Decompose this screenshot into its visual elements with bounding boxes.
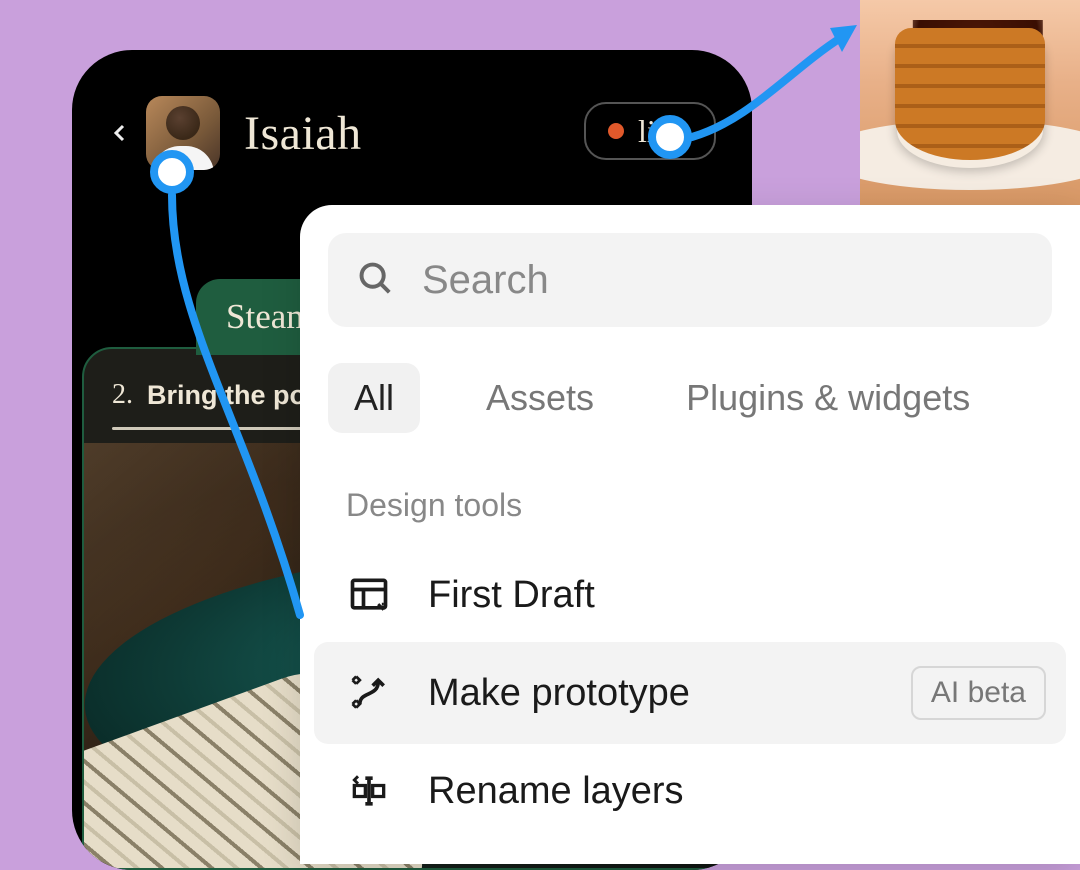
- search-input[interactable]: [422, 258, 1024, 303]
- pancake-image: [860, 0, 1080, 208]
- tool-label: First Draft: [428, 574, 595, 617]
- user-name: Isaiah: [244, 106, 362, 161]
- tool-rename-layers[interactable]: Rename layers: [300, 744, 1080, 838]
- search-icon: [356, 259, 394, 302]
- filter-tabs: All Assets Plugins & widgets: [328, 363, 1052, 433]
- ai-beta-badge: AI beta: [911, 666, 1046, 720]
- tab-plugins-widgets[interactable]: Plugins & widgets: [660, 363, 996, 433]
- tool-first-draft[interactable]: First Draft: [300, 548, 1080, 642]
- step-number: 2.: [112, 379, 133, 411]
- rename-layers-icon: [346, 768, 392, 814]
- marker-dot-avatar[interactable]: [150, 150, 194, 194]
- tool-label: Make prototype: [428, 672, 690, 715]
- back-chevron-icon[interactable]: [108, 121, 132, 145]
- tab-assets[interactable]: Assets: [460, 363, 620, 433]
- live-dot-icon: [608, 123, 624, 139]
- section-design-tools: Design tools: [346, 487, 1080, 524]
- first-draft-icon: [346, 572, 392, 618]
- marker-dot-live[interactable]: [648, 115, 692, 159]
- tab-all[interactable]: All: [328, 363, 420, 433]
- search-field[interactable]: [328, 233, 1052, 327]
- tool-label: Rename layers: [428, 770, 684, 813]
- tool-make-prototype[interactable]: Make prototype AI beta: [314, 642, 1066, 744]
- make-prototype-icon: [346, 670, 392, 716]
- actions-popover: All Assets Plugins & widgets Design tool…: [300, 205, 1080, 864]
